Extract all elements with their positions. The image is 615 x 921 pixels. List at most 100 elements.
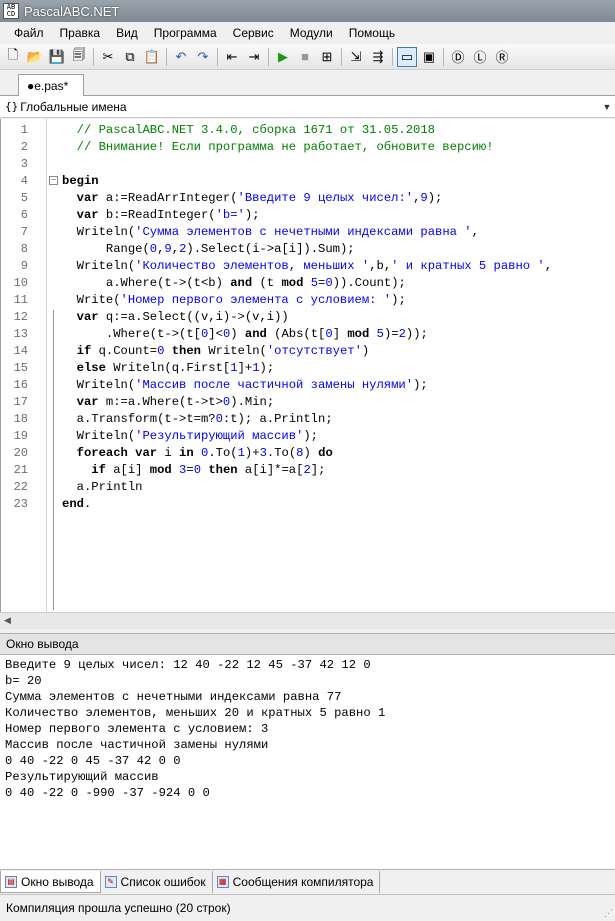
line-number: 18: [13, 412, 28, 426]
form-designer-icon[interactable]: ▣: [419, 47, 439, 67]
code-line[interactable]: 4 − begin: [1, 173, 615, 190]
line-number: 21: [13, 463, 28, 477]
output-window-icon: ▤: [5, 875, 17, 888]
scroll-left-icon[interactable]: ◀: [4, 615, 11, 626]
code-line[interactable]: 14 if q.Count=0 then Writeln('отсутствуе…: [1, 343, 615, 360]
output-line: Массив после частичной замены нулями: [5, 738, 269, 752]
menu-item-3[interactable]: Программа: [146, 26, 225, 40]
toolbar-separator: [341, 47, 342, 66]
tab-e-pas[interactable]: ●e.pas*: [18, 74, 84, 97]
code-line[interactable]: 22 a.Println: [1, 479, 615, 496]
bottom-tab-0[interactable]: ▤ Окно вывода: [0, 871, 101, 893]
code-line[interactable]: 16 Writeln('Массив после частичной замен…: [1, 377, 615, 394]
window-title: PascalABC.NET: [24, 3, 120, 19]
code-text: a.Where(t->(t<b) and (t mod 5=0)).Count)…: [62, 276, 406, 290]
code-line[interactable]: 23 end.: [1, 496, 615, 513]
horizontal-scrollbar[interactable]: ◀: [0, 612, 615, 629]
menu-item-2[interactable]: Вид: [108, 26, 146, 40]
toolbar-separator: [392, 47, 393, 66]
code-line[interactable]: 17 var m:=a.Where(t->t>0).Min;: [1, 394, 615, 411]
code-text: Writeln('Результирующий массив');: [62, 429, 318, 443]
code-text: if q.Count=0 then Writeln('отсутствует'): [62, 344, 370, 358]
code-line[interactable]: 5 var a:=ReadArrInteger('Введите 9 целых…: [1, 190, 615, 207]
line-number: 19: [13, 429, 28, 443]
bottom-tab-bar: ▤ Окно вывода ✎ Список ошибок ▦ Сообщения ком…: [0, 871, 615, 893]
scope-dropdown[interactable]: {} Глобальные имена ▼: [0, 96, 615, 118]
code-text: foreach var i in 0.To(1)+3.To(8) do: [62, 446, 333, 460]
step-into-icon[interactable]: ⇲: [346, 47, 366, 67]
menu-item-0[interactable]: Файл: [6, 26, 52, 40]
undo-icon[interactable]: ↶: [171, 47, 191, 67]
output-line: 0 40 -22 0 45 -37 42 0 0: [5, 754, 181, 768]
menu-item-1[interactable]: Правка: [52, 26, 109, 40]
nav-forward-icon[interactable]: ⇥: [244, 47, 264, 67]
bottom-tab-1[interactable]: ✎ Список ошибок: [101, 871, 213, 893]
line-number: 8: [20, 242, 28, 256]
step-over-icon[interactable]: ⇶: [368, 47, 388, 67]
fold-toggle-icon[interactable]: −: [49, 176, 58, 185]
line-number: 1: [20, 123, 28, 137]
code-line[interactable]: 10 a.Where(t->(t<b) and (t mod 5=0)).Cou…: [1, 275, 615, 292]
error-list-icon: ✎: [104, 876, 117, 888]
code-line[interactable]: 12 var q:=a.Select((v,i)->(v,i)): [1, 309, 615, 326]
code-line[interactable]: 15 else Writeln(q.First[1]+1);: [1, 360, 615, 377]
menu-item-6[interactable]: Помощь: [341, 26, 403, 40]
debug-icon[interactable]: ⊞: [317, 47, 337, 67]
nav-back-icon[interactable]: ⇤: [222, 47, 242, 67]
save-icon[interactable]: 💾: [47, 47, 67, 67]
code-text: if a[i] mod 3=0 then a[i]*=a[2];: [62, 463, 326, 477]
line-number: 2: [20, 140, 28, 154]
code-line[interactable]: 20 foreach var i in 0.To(1)+3.To(8) do: [1, 445, 615, 462]
code-line[interactable]: 2 // Внимание! Если программа не работае…: [1, 139, 615, 156]
line-number: 9: [20, 259, 28, 273]
toolbar-separator: [93, 47, 94, 66]
output-panel[interactable]: Введите 9 целых чисел: 12 40 -22 12 45 -…: [0, 655, 615, 870]
output-panel-header: Окно вывода: [0, 633, 615, 655]
code-line[interactable]: 8 Range(0,9,2).Select(i->a[i]).Sum);: [1, 241, 615, 258]
toolbar-separator: [268, 47, 269, 66]
app-icon: AB CD: [3, 3, 19, 19]
code-line[interactable]: 9 Writeln('Количество элементов, меньших…: [1, 258, 615, 275]
code-line[interactable]: 6 var b:=ReadInteger('b=');: [1, 207, 615, 224]
code-text: Range(0,9,2).Select(i->a[i]).Sum);: [62, 242, 355, 256]
code-line[interactable]: 18 a.Transform(t->t=m?0:t); a.Println;: [1, 411, 615, 428]
console-output-icon[interactable]: ▭: [397, 46, 417, 67]
toolbar-separator: [443, 47, 444, 66]
code-text: var q:=a.Select((v,i)->(v,i)): [62, 310, 289, 324]
output-line: Результирующий массив: [5, 770, 159, 784]
output-line: b= 20: [5, 674, 42, 688]
redo-icon[interactable]: ↷: [193, 47, 213, 67]
code-text: begin: [62, 174, 99, 188]
stop-icon[interactable]: ■: [295, 47, 315, 67]
new-file-icon[interactable]: 🗋: [3, 47, 23, 67]
bottom-tab-label: Сообщения компилятора: [232, 875, 374, 889]
code-line[interactable]: 1 // PascalABC.NET 3.4.0, сборка 1671 от…: [1, 122, 615, 139]
line-number: 3: [20, 157, 28, 171]
cut-icon[interactable]: ✂: [98, 47, 118, 67]
code-line[interactable]: 21 if a[i] mod 3=0 then a[i]*=a[2];: [1, 462, 615, 479]
resize-grip-icon[interactable]: ⋰: [604, 908, 613, 919]
chevron-down-icon[interactable]: ▼: [600, 98, 614, 115]
code-line[interactable]: 7 Writeln('Сумма элементов с нечетными и…: [1, 224, 615, 241]
template-icon-1[interactable]: Ⓓ: [448, 47, 468, 67]
run-icon[interactable]: ▶: [273, 47, 293, 67]
open-folder-icon[interactable]: 📂: [25, 47, 45, 67]
template-icon-2[interactable]: Ⓛ: [470, 47, 490, 67]
line-number: 13: [13, 327, 28, 341]
bottom-tab-label: Окно вывода: [21, 874, 94, 889]
code-line[interactable]: 3: [1, 156, 615, 173]
scope-label: Глобальные имена: [20, 99, 127, 114]
save-all-icon[interactable]: 🗐: [69, 47, 89, 67]
paste-icon[interactable]: 📋: [142, 47, 162, 67]
line-number: 7: [20, 225, 28, 239]
line-number: 17: [13, 395, 28, 409]
code-line[interactable]: 13 .Where(t->(t[0]<0) and (Abs(t[0] mod …: [1, 326, 615, 343]
code-line[interactable]: 19 Writeln('Результирующий массив');: [1, 428, 615, 445]
menu-item-5[interactable]: Модули: [282, 26, 341, 40]
copy-icon[interactable]: ⧉: [120, 47, 140, 67]
code-line[interactable]: 11 Write('Номер первого элемента с услов…: [1, 292, 615, 309]
code-editor[interactable]: 1 // PascalABC.NET 3.4.0, сборка 1671 от…: [0, 119, 615, 627]
menu-item-4[interactable]: Сервис: [225, 26, 282, 40]
template-icon-3[interactable]: Ⓡ: [492, 47, 512, 67]
bottom-tab-2[interactable]: ▦ Сообщения компилятора: [213, 871, 381, 893]
